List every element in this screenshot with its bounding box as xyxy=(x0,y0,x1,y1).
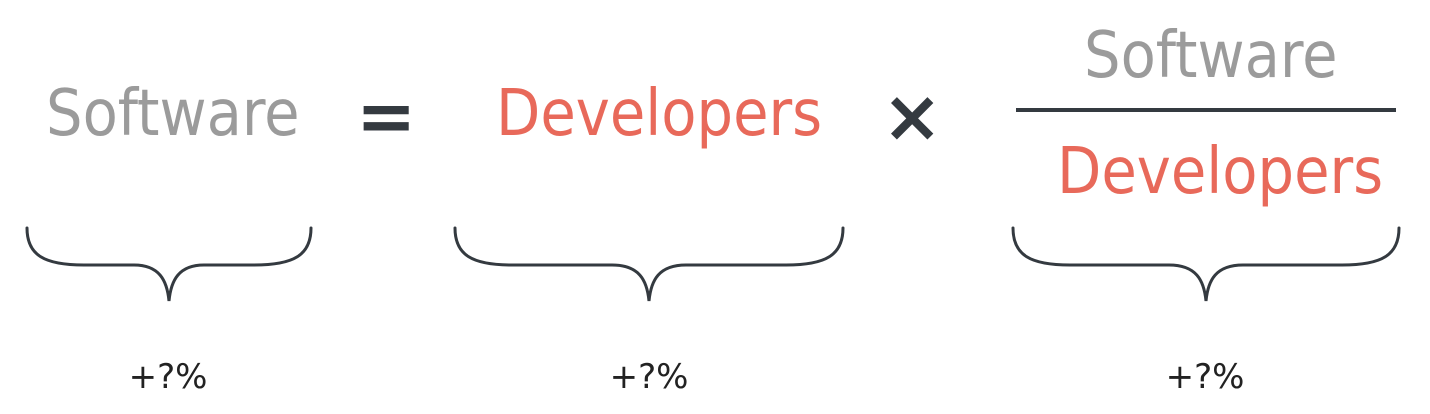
times-sign: × xyxy=(882,74,943,158)
brace-middle xyxy=(453,226,845,302)
developers-term: Developers xyxy=(496,77,823,151)
brace-left xyxy=(25,226,313,302)
fraction-denominator: Developers xyxy=(1057,135,1384,209)
ratio-growth-label: +?% xyxy=(1165,357,1245,397)
fraction-bar xyxy=(1016,108,1396,112)
developers-growth-label: +?% xyxy=(609,357,689,397)
fraction-numerator: Software xyxy=(1084,19,1338,93)
equals-sign: = xyxy=(356,74,417,158)
brace-right xyxy=(1011,226,1401,302)
lhs-software-term: Software xyxy=(46,77,300,151)
lhs-growth-label: +?% xyxy=(128,357,208,397)
